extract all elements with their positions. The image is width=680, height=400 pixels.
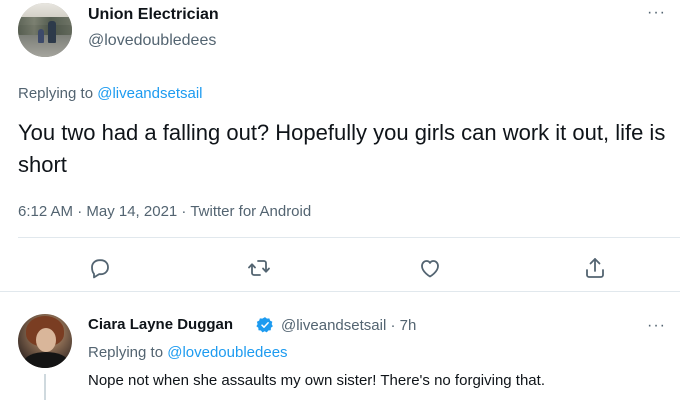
tweet-meta[interactable]: 6:12 AM · May 14, 2021 · Twitter for And…: [18, 203, 311, 220]
tweet-text: Nope not when she assaults my own sister…: [88, 372, 545, 389]
share-icon[interactable]: [583, 256, 607, 280]
replying-to: Replying to @liveandsetsail: [18, 85, 203, 102]
more-options-icon[interactable]: ···: [647, 318, 666, 334]
tweet-actions: [0, 256, 680, 280]
author-name[interactable]: Union Electrician: [88, 6, 219, 24]
more-options-icon[interactable]: ···: [647, 5, 666, 21]
author-handle[interactable]: @lovedoubledees: [88, 32, 216, 50]
like-icon[interactable]: [418, 256, 442, 280]
retweet-icon[interactable]: [247, 256, 271, 280]
divider: [18, 237, 680, 238]
replying-to-link[interactable]: @liveandsetsail: [97, 85, 202, 102]
avatar[interactable]: [18, 314, 72, 368]
replying-to-link[interactable]: @lovedoubledees: [167, 344, 287, 361]
verified-badge-icon: [256, 316, 274, 334]
author-name[interactable]: Ciara Layne Duggan: [88, 316, 233, 333]
reply-tweet[interactable]: Ciara Layne Duggan @liveandsetsail · 7h …: [0, 292, 680, 400]
author-handle-time[interactable]: @liveandsetsail · 7h: [281, 317, 416, 334]
replying-prefix: Replying to: [88, 344, 168, 361]
tweet-text: You two had a falling out? Hopefully you…: [18, 120, 666, 177]
main-tweet: Union Electrician @lovedoubledees ··· Re…: [0, 0, 680, 292]
replying-prefix: Replying to: [18, 85, 98, 102]
reply-icon[interactable]: [88, 256, 112, 280]
replying-to: Replying to @lovedoubledees: [88, 344, 288, 361]
avatar[interactable]: [18, 3, 72, 57]
thread-line: [44, 374, 46, 400]
